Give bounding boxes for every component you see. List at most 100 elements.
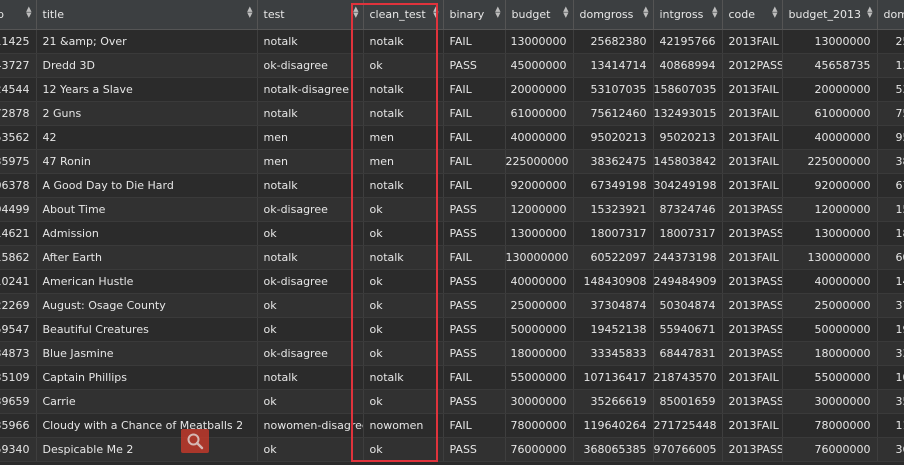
column-header-label: test	[263, 8, 285, 21]
cell-dom: 1945	[877, 317, 904, 342]
cell-binary: PASS	[443, 437, 506, 462]
cell-test: ok	[257, 293, 364, 318]
cell-title: 21 &amp; Over	[36, 29, 258, 54]
column-header-binary[interactable]: binary ▲ ▼	[443, 0, 506, 30]
cell-clean-test: ok	[363, 53, 444, 78]
cell-code: 2013FAIL	[722, 413, 783, 438]
table-row[interactable]: 59340Despicable Me 2okokPASS760000003680…	[0, 437, 904, 462]
cell-binary: PASS	[443, 53, 506, 78]
cell-p: 39659	[0, 389, 37, 414]
column-header-test[interactable]: test ▲ ▼	[257, 0, 364, 30]
cell-code: 2013PASS	[722, 293, 783, 318]
cell-binary: PASS	[443, 317, 506, 342]
cell-budget-2013: 25000000	[782, 293, 878, 318]
table-row[interactable]: 728782 GunsnotalknotalkFAIL6100000075612…	[0, 101, 904, 126]
cell-domgross: 13414714	[573, 53, 654, 78]
table-row[interactable]: 2454412 Years a Slavenotalk-disagreenota…	[0, 77, 904, 102]
sort-arrows-icon[interactable]: ▲ ▼	[353, 6, 358, 19]
cell-domgross: 67349198	[573, 173, 654, 198]
table-row[interactable]: 43727Dredd 3Dok-disagreeokPASS4500000013…	[0, 53, 904, 78]
cell-code: 2012PASS	[722, 53, 783, 78]
cell-budget-2013: 50000000	[782, 317, 878, 342]
cell-code: 2013PASS	[722, 437, 783, 462]
cell-budget-2013: 55000000	[782, 365, 878, 390]
table-row[interactable]: 35966Cloudy with a Chance of Meatballs 2…	[0, 413, 904, 438]
search-icon[interactable]	[181, 429, 209, 453]
sort-arrows-icon[interactable]: ▲ ▼	[433, 6, 438, 19]
cell-binary: FAIL	[443, 101, 506, 126]
cell-intgross: 970766005	[653, 437, 723, 462]
table-row[interactable]: 34873Blue Jasmineok-disagreeokPASS180000…	[0, 341, 904, 366]
table-row[interactable]: 35109Captain PhillipsnotalknotalkFAIL550…	[0, 365, 904, 390]
cell-p: 10241	[0, 269, 37, 294]
cell-p: 14621	[0, 221, 37, 246]
cell-domgross: 53107035	[573, 77, 654, 102]
column-header-dom[interactable]: dom	[877, 0, 904, 30]
column-header-code[interactable]: code ▲ ▼	[722, 0, 783, 30]
column-header-label: budget	[511, 8, 551, 21]
table-row[interactable]: 10241American Hustleok-disagreeokPASS400…	[0, 269, 904, 294]
cell-binary: PASS	[443, 341, 506, 366]
column-header-title[interactable]: title ▲ ▼	[36, 0, 258, 30]
cell-budget-2013: 40000000	[782, 125, 878, 150]
cell-code: 2013FAIL	[722, 245, 783, 270]
table-row[interactable]: 3597547 RoninmenmenFAIL22500000038362475…	[0, 149, 904, 174]
table-row[interactable]: 94499About Timeok-disagreeokPASS12000000…	[0, 197, 904, 222]
table-row[interactable]: 5356242menmenFAIL40000000950202139502021…	[0, 125, 904, 150]
cell-dom: 1484	[877, 269, 904, 294]
table-row[interactable]: 06378A Good Day to Die HardnotalknotalkF…	[0, 173, 904, 198]
cell-clean-test: nowomen	[363, 413, 444, 438]
cell-clean-test: notalk	[363, 101, 444, 126]
column-header-domgross[interactable]: domgross ▲ ▼	[573, 0, 654, 30]
cell-domgross: 95020213	[573, 125, 654, 150]
sort-arrows-icon[interactable]: ▲ ▼	[247, 6, 252, 19]
cell-p: 59340	[0, 437, 37, 462]
cell-clean-test: ok	[363, 389, 444, 414]
cell-test: notalk	[257, 29, 364, 54]
column-header-budget[interactable]: budget ▲ ▼	[505, 0, 574, 30]
cell-intgross: 40868994	[653, 53, 723, 78]
cell-budget-2013: 78000000	[782, 413, 878, 438]
cell-intgross: 249484909	[653, 269, 723, 294]
column-header-p[interactable]: p ▲▼	[0, 0, 37, 30]
sort-arrows-icon[interactable]: ▲ ▼	[495, 6, 500, 19]
cell-test: ok	[257, 389, 364, 414]
header-row: p▲▼title▲▼test▲▼clean_test▲▼binary▲▼budg…	[0, 0, 904, 30]
cell-p: 43727	[0, 53, 37, 78]
cell-title: After Earth	[36, 245, 258, 270]
cell-code: 2013FAIL	[722, 101, 783, 126]
table-row[interactable]: 1142521 &amp; OvernotalknotalkFAIL130000…	[0, 29, 904, 54]
column-header-label: clean_test	[369, 8, 426, 21]
cell-clean-test: notalk	[363, 173, 444, 198]
cell-test: ok-disagree	[257, 53, 364, 78]
sort-arrows-icon[interactable]: ▲ ▼	[563, 6, 568, 19]
cell-budget: 18000000	[505, 341, 574, 366]
sort-arrows-icon[interactable]: ▲ ▼	[772, 6, 777, 19]
cell-test: notalk	[257, 245, 364, 270]
cell-budget: 12000000	[505, 197, 574, 222]
table-row[interactable]: 59547Beautiful CreaturesokokPASS50000000…	[0, 317, 904, 342]
cell-budget: 40000000	[505, 269, 574, 294]
column-header-label: title	[42, 8, 65, 21]
sort-arrows-icon[interactable]: ▲ ▼	[643, 6, 648, 19]
cell-dom: 1361	[877, 53, 904, 78]
cell-test: notalk	[257, 101, 364, 126]
table-row[interactable]: 22269August: Osage CountyokokPASS2500000…	[0, 293, 904, 318]
table-row[interactable]: 15862After EarthnotalknotalkFAIL13000000…	[0, 245, 904, 270]
table-row[interactable]: 14621AdmissionokokPASS130000001800731718…	[0, 221, 904, 246]
table-row[interactable]: 39659CarrieokokPASS300000003526661985001…	[0, 389, 904, 414]
cell-title: Carrie	[36, 389, 258, 414]
sort-arrows-icon[interactable]: ▲ ▼	[712, 6, 717, 19]
column-header-label: dom	[883, 8, 904, 21]
column-header-intgross[interactable]: intgross ▲ ▼	[653, 0, 723, 30]
cell-test: ok-disagree	[257, 269, 364, 294]
cell-binary: FAIL	[443, 149, 506, 174]
cell-intgross: 55940671	[653, 317, 723, 342]
cell-domgross: 18007317	[573, 221, 654, 246]
column-header-clean-test[interactable]: clean_test ▲ ▼	[363, 0, 444, 30]
sort-arrows-icon[interactable]: ▲ ▼	[26, 6, 31, 19]
cell-dom: 5310	[877, 77, 904, 102]
column-header-budget-2013[interactable]: budget_2013 ▲ ▼	[782, 0, 878, 30]
sort-arrows-icon[interactable]: ▲ ▼	[867, 6, 872, 19]
cell-intgross: 145803842	[653, 149, 723, 174]
